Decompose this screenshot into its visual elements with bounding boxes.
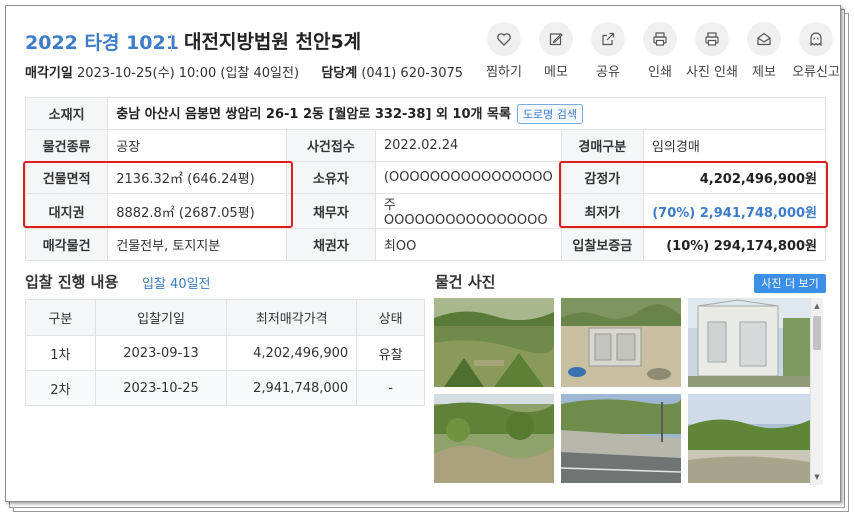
deposit-label: 입찰보증금 — [560, 228, 644, 261]
scroll-down-icon[interactable]: ▼ — [811, 471, 823, 483]
sale-date-label: 매각기일 — [25, 66, 73, 81]
share-icon — [591, 22, 625, 56]
bid-history-table: 구분 입찰기일 최저매각가격 상태 1차 2023-09-13 4,202,49… — [25, 299, 425, 406]
sale-items-label: 매각물건 — [24, 228, 109, 261]
location-cell: 충남 아산시 음봉면 쌍암리 26-1 2동 [월암로 332-38] 외 10… — [107, 97, 826, 130]
court-name: 대전지방법원 천안5계 — [184, 31, 362, 53]
area-highlight-box — [23, 161, 293, 228]
dept-label: 담당계 — [321, 66, 358, 81]
debtor-value: 주OOOOOOOOOOOOOOOO — [374, 193, 562, 229]
bid-progress-subtitle: 입찰 40일전 — [142, 277, 211, 292]
scroll-up-icon[interactable]: ▲ — [811, 300, 823, 312]
print-button[interactable]: 인쇄 — [630, 22, 690, 80]
received-label: 사건접수 — [285, 129, 376, 162]
col-header: 구분 — [25, 299, 96, 336]
debtor-label: 채무자 — [285, 193, 376, 229]
owner-label: 소유자 — [285, 161, 376, 194]
owner-value: (OOOOOOOOOOOOOOOO — [374, 161, 562, 194]
heart-icon — [487, 22, 521, 56]
deposit-value: (10%) 294,174,800원 — [642, 228, 827, 261]
auction-type-label: 경매구분 — [560, 129, 644, 162]
creditor-label: 채권자 — [285, 228, 376, 261]
property-photo[interactable] — [688, 394, 810, 483]
property-photo[interactable] — [561, 298, 681, 387]
location-value: 충남 아산시 음봉면 쌍암리 26-1 2동 [월암로 332-38] 외 10… — [116, 107, 511, 122]
sale-meta: 매각기일 2023-10-25(수) 10:00 (입찰 40일전) 담당계 (… — [25, 62, 463, 81]
received-value: 2022.02.24 — [374, 129, 562, 162]
property-photo[interactable] — [561, 394, 681, 483]
auction-type-value: 임의경매 — [642, 129, 827, 162]
property-photo[interactable] — [434, 394, 554, 483]
mail-icon — [747, 22, 781, 56]
bid-progress-title: 입찰 진행 내용 — [25, 273, 119, 291]
print-icon — [695, 22, 729, 56]
memo-button[interactable]: 메모 — [526, 22, 586, 80]
title-divider — [171, 34, 172, 52]
table-row: 2차 2023-10-25 2,941,748,000 - — [25, 370, 425, 406]
more-photos-button[interactable]: 사진 더 보기 — [754, 274, 826, 293]
type-label: 물건종류 — [24, 129, 109, 162]
col-header: 상태 — [356, 299, 425, 336]
sale-date-value: 2023-10-25(수) 10:00 (입찰 40일전) — [76, 66, 300, 81]
col-header: 최저매각가격 — [226, 299, 358, 336]
table-row: 1차 2023-09-13 4,202,496,900 유찰 — [25, 335, 425, 371]
scroll-thumb[interactable] — [813, 316, 821, 350]
edit-icon — [539, 22, 573, 56]
dept-phone: (041) 620-3075 — [361, 66, 464, 81]
photo-print-button[interactable]: 사진 인쇄 — [682, 22, 742, 80]
col-header: 입찰기일 — [94, 299, 228, 336]
property-photo[interactable] — [434, 298, 554, 387]
error-report-button[interactable]: 오류신고 — [786, 22, 846, 80]
ghost-icon — [799, 22, 833, 56]
location-label: 소재지 — [24, 97, 109, 130]
property-photo[interactable] — [688, 298, 810, 387]
share-button[interactable]: 공유 — [578, 22, 638, 80]
case-number: 2022 타경 1021 — [25, 32, 179, 54]
auction-detail-card: 2022 타경 1021 대전지방법원 천안5계 매각기일 2023-10-25… — [5, 5, 841, 502]
road-search-button[interactable]: 도로명 검색 — [516, 104, 584, 124]
sale-items-value: 건물전부, 토지지분 — [107, 228, 287, 261]
report-button[interactable]: 제보 — [734, 22, 794, 80]
creditor-value: 최OO — [374, 228, 562, 261]
photos-title: 물건 사진 — [435, 273, 496, 291]
price-highlight-box — [559, 161, 828, 228]
type-value: 공장 — [107, 129, 287, 162]
photo-scrollbar[interactable]: ▲ ▼ — [810, 298, 823, 485]
bookmark-button[interactable]: 찜하기 — [474, 22, 534, 80]
print-icon — [643, 22, 677, 56]
